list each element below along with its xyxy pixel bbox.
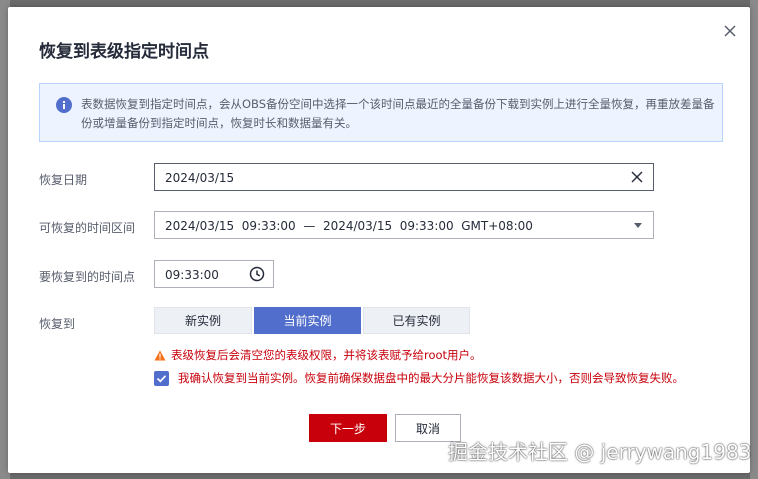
chevron-down-icon <box>634 223 642 228</box>
target-new-instance[interactable]: 新实例 <box>154 307 252 334</box>
time-range-select[interactable]: 2024/03/15 09:33:00 — 2024/03/15 09:33:0… <box>154 211 654 239</box>
info-text: 表数据恢复到指定时间点，会从OBS备份空间中选择一个该时间点最近的全量备份下载到… <box>81 97 715 130</box>
restore-time-input[interactable]: 09:33:00 <box>154 260 274 288</box>
confirm-checkbox[interactable] <box>154 370 169 386</box>
target-existing-instance[interactable]: 已有实例 <box>363 307 470 334</box>
restore-date-input[interactable]: 2024/03/15 <box>154 163 654 191</box>
restore-date-label: 恢复日期 <box>39 173 88 187</box>
clear-icon[interactable] <box>631 171 643 183</box>
time-range-value: 2024/03/15 09:33:00 — 2024/03/15 09:33:0… <box>165 219 533 233</box>
dialog-title: 恢复到表级指定时间点 <box>39 42 209 62</box>
warning-message: 表级恢复后会清空您的表级权限，并将该表赋予给root用户。 <box>154 347 482 363</box>
info-icon <box>56 97 72 113</box>
confirm-row: 我确认恢复到当前实例。恢复前确保数据盘中的最大分片能恢复该数据大小，否则会导致恢… <box>154 370 684 386</box>
restore-target-group: 新实例 当前实例 已有实例 <box>154 307 472 334</box>
next-button[interactable]: 下一步 <box>309 414 387 442</box>
info-banner: 表数据恢复到指定时间点，会从OBS备份空间中选择一个该时间点最近的全量备份下载到… <box>39 83 723 142</box>
restore-time-value: 09:33:00 <box>165 268 219 282</box>
time-range-label: 可恢复的时间区间 <box>39 221 136 235</box>
warning-text: 表级恢复后会清空您的表级权限，并将该表赋予给root用户。 <box>171 348 482 362</box>
restore-dialog: 恢复到表级指定时间点 表数据恢复到指定时间点，会从OBS备份空间中选择一个该时间… <box>8 7 750 473</box>
backdrop-right <box>750 0 758 479</box>
close-icon[interactable] <box>721 22 739 40</box>
watermark: 掘金技术社区 @ jerrywang1983 <box>448 440 752 464</box>
check-icon <box>156 374 167 383</box>
target-current-instance[interactable]: 当前实例 <box>254 307 361 334</box>
restore-target-label: 恢复到 <box>39 317 76 331</box>
warning-icon <box>154 350 166 361</box>
restore-time-label: 要恢复到的时间点 <box>39 270 136 284</box>
confirm-text: 我确认恢复到当前实例。恢复前确保数据盘中的最大分片能恢复该数据大小，否则会导致恢… <box>178 371 684 385</box>
clock-icon[interactable] <box>249 266 265 282</box>
restore-date-value: 2024/03/15 <box>165 171 235 185</box>
